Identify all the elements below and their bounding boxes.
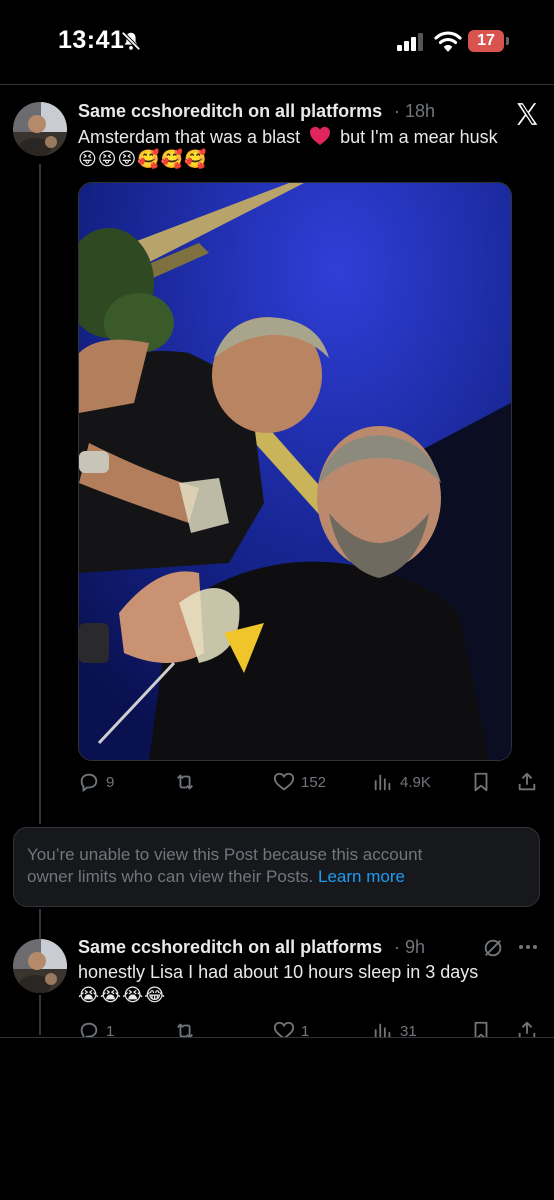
like-count: 152: [301, 773, 327, 791]
post-author[interactable]: Same ccshoreditch on all platforms: [78, 101, 382, 122]
reply-button[interactable]: 9: [78, 768, 114, 796]
bookmark-button[interactable]: [470, 1020, 492, 1038]
repost-button[interactable]: [174, 1020, 196, 1038]
reply-count: 1: [106, 1022, 115, 1039]
learn-more-link[interactable]: Learn more: [318, 867, 405, 886]
more-icon[interactable]: [516, 935, 540, 959]
battery-level: 17: [477, 32, 495, 49]
post-text-part2: but I'm a mear husk: [340, 127, 498, 147]
notice-line2-text: owner limits who can view their Posts.: [27, 867, 314, 886]
grok-icon[interactable]: [482, 937, 504, 959]
status-bar: 13:41 17: [0, 0, 554, 84]
share-icon: [518, 772, 536, 791]
bookmark-icon: [474, 1021, 488, 1038]
post-actions-clipped: 1 1 31: [0, 1020, 554, 1038]
share-button[interactable]: [516, 1020, 538, 1038]
post-emojis: 😭😭😭😂: [78, 985, 167, 1005]
post-actions: 1 1 31: [78, 1020, 548, 1038]
like-button[interactable]: 152: [273, 768, 326, 796]
post-age: · 18h: [394, 101, 436, 121]
reply-icon: [80, 1022, 98, 1038]
x-logo-icon[interactable]: [514, 101, 540, 127]
bell-slash-icon: [121, 31, 141, 51]
like-icon: [273, 772, 295, 791]
restricted-post-notice: You’re unable to view this Post because …: [13, 827, 540, 907]
view-count: 31: [400, 1022, 417, 1039]
thread-line: [39, 164, 41, 824]
post-actions: 9 152 4.9K: [78, 768, 548, 796]
bookmark-button[interactable]: [470, 768, 492, 796]
share-icon: [518, 1021, 536, 1038]
share-button[interactable]: [516, 768, 538, 796]
views-icon: [374, 774, 391, 791]
views-button[interactable]: 4.9K: [372, 768, 431, 796]
view-count: 4.9K: [400, 773, 431, 791]
thread-line: [39, 909, 41, 939]
status-time: 13:41: [58, 26, 125, 54]
reply-icon: [80, 773, 98, 793]
signal-icon: [397, 33, 423, 51]
post-emojis: 😝😝😝🥰🥰🥰: [78, 149, 208, 169]
like-count: 1: [301, 1022, 310, 1039]
repost-icon: [177, 1023, 193, 1038]
avatar[interactable]: [13, 939, 67, 993]
notice-line1: You’re unable to view this Post because …: [27, 845, 423, 864]
views-button[interactable]: 31: [372, 1020, 417, 1038]
post-age: · 9h: [394, 937, 426, 957]
notice-line2: owner limits who can view their Posts. L…: [27, 867, 405, 887]
post-text: Amsterdam that was a blast but I'm a mea…: [78, 126, 498, 148]
divider: [0, 84, 554, 85]
post-text: honestly Lisa I had about 10 hours sleep…: [78, 962, 479, 982]
views-icon: [374, 1023, 391, 1038]
post-text-part1: Amsterdam that was a blast: [78, 127, 301, 147]
reply-count: 9: [106, 773, 115, 791]
repost-icon: [177, 774, 193, 790]
divider: [0, 1037, 554, 1038]
battery-icon: 17: [468, 30, 510, 52]
repost-button[interactable]: [174, 768, 196, 796]
wifi-icon: [434, 31, 462, 52]
bookmark-icon: [474, 772, 488, 792]
avatar[interactable]: [13, 102, 67, 156]
like-button[interactable]: 1: [273, 1020, 309, 1038]
heart-emoji-icon: [310, 126, 331, 146]
post-author[interactable]: Same ccshoreditch on all platforms: [78, 937, 382, 958]
post-image[interactable]: [78, 182, 512, 761]
reply-button[interactable]: 1: [78, 1020, 114, 1038]
like-icon: [273, 1021, 295, 1038]
